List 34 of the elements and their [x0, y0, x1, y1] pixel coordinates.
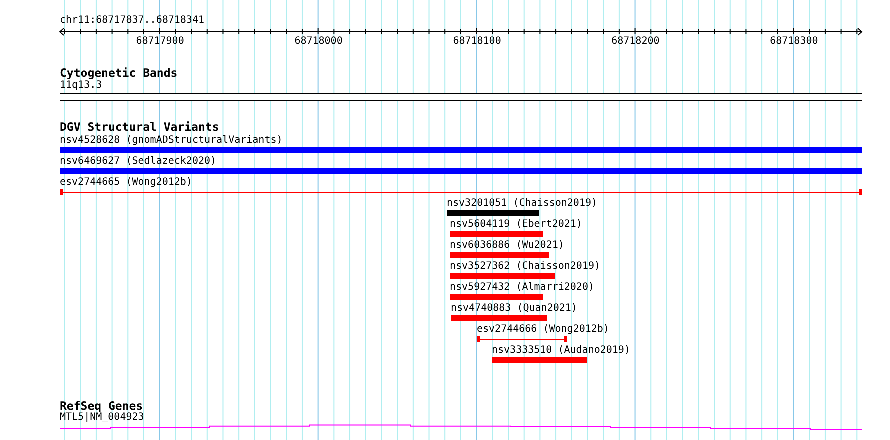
- ruler-tick-label: 68718000: [294, 36, 343, 47]
- region-label: chr11:68717837..68718341: [60, 15, 204, 26]
- track-title: RefSeq Genes: [60, 400, 144, 413]
- variant-bar[interactable]: [450, 273, 555, 279]
- variant-span[interactable]: [60, 189, 862, 195]
- gene-label: MTL5|NM_004923: [60, 412, 144, 423]
- gene-line[interactable]: [60, 424, 862, 431]
- variant-bar[interactable]: [447, 210, 539, 216]
- variant-bar[interactable]: [450, 294, 543, 300]
- variant-bar[interactable]: [60, 147, 862, 153]
- track-title: Cytogenetic Bands: [60, 67, 178, 80]
- variant-label: nsv3527362 (Chaisson2019): [450, 261, 601, 272]
- variant-bar[interactable]: [60, 168, 862, 174]
- variant-label: esv2744665 (Wong2012b): [60, 177, 192, 188]
- ruler-tick-label: 68718200: [612, 36, 660, 47]
- variant-bar[interactable]: [450, 252, 549, 258]
- ruler-tick-label: 68718300: [770, 36, 818, 47]
- variant-label: nsv5927432 (Almarri2020): [450, 282, 594, 293]
- variant-label: nsv4528628 (gnomADStructuralVariants): [60, 135, 283, 146]
- variant-bar[interactable]: [492, 357, 587, 363]
- variant-label: nsv6469627 (Sedlazeck2020): [60, 156, 217, 167]
- ruler-tick-label: 68717900: [136, 36, 184, 47]
- variant-label: nsv3333510 (Audano2019): [492, 345, 630, 356]
- variant-bar[interactable]: [451, 315, 547, 321]
- variant-label: nsv3201051 (Chaisson2019): [447, 198, 598, 209]
- variant-label: nsv6036886 (Wu2021): [450, 240, 564, 251]
- band-label: 11q13.3: [60, 80, 102, 91]
- ruler-tick-label: 68718100: [453, 36, 502, 47]
- variant-label: nsv4740883 (Quan2021): [451, 303, 578, 314]
- variant-bar[interactable]: [450, 231, 543, 237]
- variant-label: esv2744666 (Wong2012b): [477, 324, 610, 335]
- variant-span[interactable]: [477, 336, 567, 342]
- variant-label: nsv5604119 (Ebert2021): [450, 219, 582, 230]
- track-title: DGV Structural Variants: [60, 121, 220, 134]
